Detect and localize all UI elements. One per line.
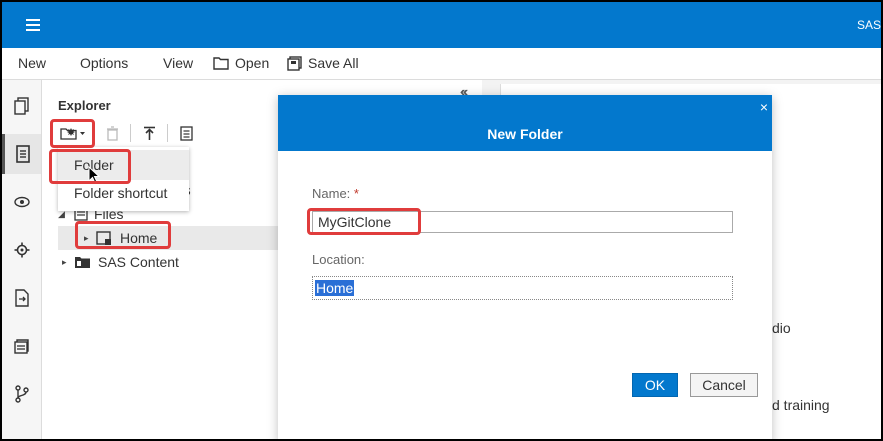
libraries-icon bbox=[13, 339, 29, 354]
explorer-toolbar bbox=[56, 122, 194, 144]
new-item-dropdown-button[interactable] bbox=[56, 122, 90, 144]
location-field-label: Location: bbox=[312, 252, 365, 267]
upload-icon bbox=[143, 126, 155, 140]
toolbar-divider bbox=[167, 124, 168, 142]
menu-new[interactable]: New bbox=[18, 55, 46, 71]
menu-item-folder-shortcut-label: Folder shortcut bbox=[74, 185, 168, 201]
documents-icon bbox=[13, 97, 29, 115]
save-all-button[interactable]: Save All bbox=[287, 55, 359, 71]
trash-icon bbox=[106, 125, 118, 141]
cancel-button[interactable]: Cancel bbox=[690, 373, 758, 397]
menu-new-label: New bbox=[18, 55, 47, 71]
name-label-text: Name: bbox=[312, 186, 351, 201]
open-label: Open bbox=[235, 55, 270, 71]
mouse-cursor-icon bbox=[88, 166, 100, 184]
menu-bar: New Options View Open Save All bbox=[2, 48, 881, 80]
app-header: SAS bbox=[2, 2, 881, 48]
upload-button[interactable] bbox=[141, 122, 157, 144]
left-nav-rail bbox=[2, 80, 42, 439]
menu-view[interactable]: View bbox=[163, 55, 193, 71]
background-text-1: dio bbox=[772, 320, 791, 336]
menu-options-label: Options bbox=[80, 55, 129, 71]
gear-icon bbox=[14, 242, 29, 258]
rail-item-documents[interactable] bbox=[2, 86, 41, 126]
properties-icon bbox=[179, 125, 193, 141]
file-arrow-icon bbox=[14, 289, 29, 307]
save-all-icon bbox=[287, 55, 302, 71]
location-value: Home bbox=[315, 280, 355, 296]
toolbar-divider bbox=[130, 124, 131, 142]
tree-item-home-label: Home bbox=[120, 230, 158, 246]
save-all-label: Save All bbox=[308, 55, 359, 71]
required-mark: * bbox=[353, 186, 359, 201]
home-folder-icon bbox=[96, 231, 111, 245]
menu-options[interactable]: Options bbox=[80, 55, 128, 71]
sas-content-folder-icon bbox=[75, 257, 90, 268]
tree-item-sas-content[interactable]: ▸ SAS Content bbox=[62, 250, 179, 274]
delete-button[interactable] bbox=[104, 122, 120, 144]
rail-item-view[interactable] bbox=[2, 182, 41, 222]
new-folder-icon bbox=[60, 128, 85, 140]
window-frame: SAS New Options View Open Save All dio d… bbox=[0, 0, 883, 441]
rail-item-settings[interactable] bbox=[2, 230, 41, 270]
folder-open-icon bbox=[213, 57, 229, 70]
hamburger-menu-icon[interactable] bbox=[26, 19, 40, 31]
explorer-panel: Explorer « ◢ Files ▸ Home ▸ SAS Content bbox=[42, 80, 467, 439]
git-branch-icon bbox=[14, 385, 29, 403]
rail-item-file-export[interactable] bbox=[2, 278, 41, 318]
app-title: SAS bbox=[857, 18, 881, 32]
tree-item-home[interactable]: ▸ Home bbox=[58, 226, 278, 250]
menu-view-label: View bbox=[163, 55, 194, 71]
explorer-icon bbox=[16, 145, 30, 163]
background-text-2: d training bbox=[772, 397, 830, 413]
ok-button[interactable]: OK bbox=[632, 373, 678, 397]
rail-item-git[interactable] bbox=[2, 374, 41, 414]
open-button[interactable]: Open bbox=[213, 55, 269, 71]
menu-item-folder-shortcut[interactable]: Folder shortcut bbox=[58, 178, 189, 208]
location-input[interactable]: Home bbox=[312, 276, 733, 300]
dialog-header: × New Folder bbox=[278, 95, 772, 151]
new-folder-dialog: × New Folder Name: * Location: Home OK C… bbox=[278, 95, 772, 439]
explorer-title: Explorer bbox=[58, 98, 111, 113]
expand-toggle-icon[interactable]: ▸ bbox=[62, 257, 74, 268]
expand-toggle-icon[interactable]: ▸ bbox=[84, 233, 96, 244]
close-icon[interactable]: × bbox=[760, 99, 768, 115]
eye-icon bbox=[13, 196, 30, 208]
properties-button[interactable] bbox=[178, 122, 194, 144]
rail-item-libraries[interactable] bbox=[2, 326, 41, 366]
name-field-label: Name: * bbox=[312, 186, 359, 201]
name-input[interactable] bbox=[312, 211, 733, 233]
menu-item-folder[interactable]: Folder bbox=[58, 150, 189, 180]
tree-item-sas-content-label: SAS Content bbox=[98, 254, 179, 270]
dialog-title: New Folder bbox=[487, 126, 563, 142]
rail-item-explorer[interactable] bbox=[2, 134, 41, 174]
new-item-menu: Folder Folder shortcut bbox=[58, 147, 189, 211]
